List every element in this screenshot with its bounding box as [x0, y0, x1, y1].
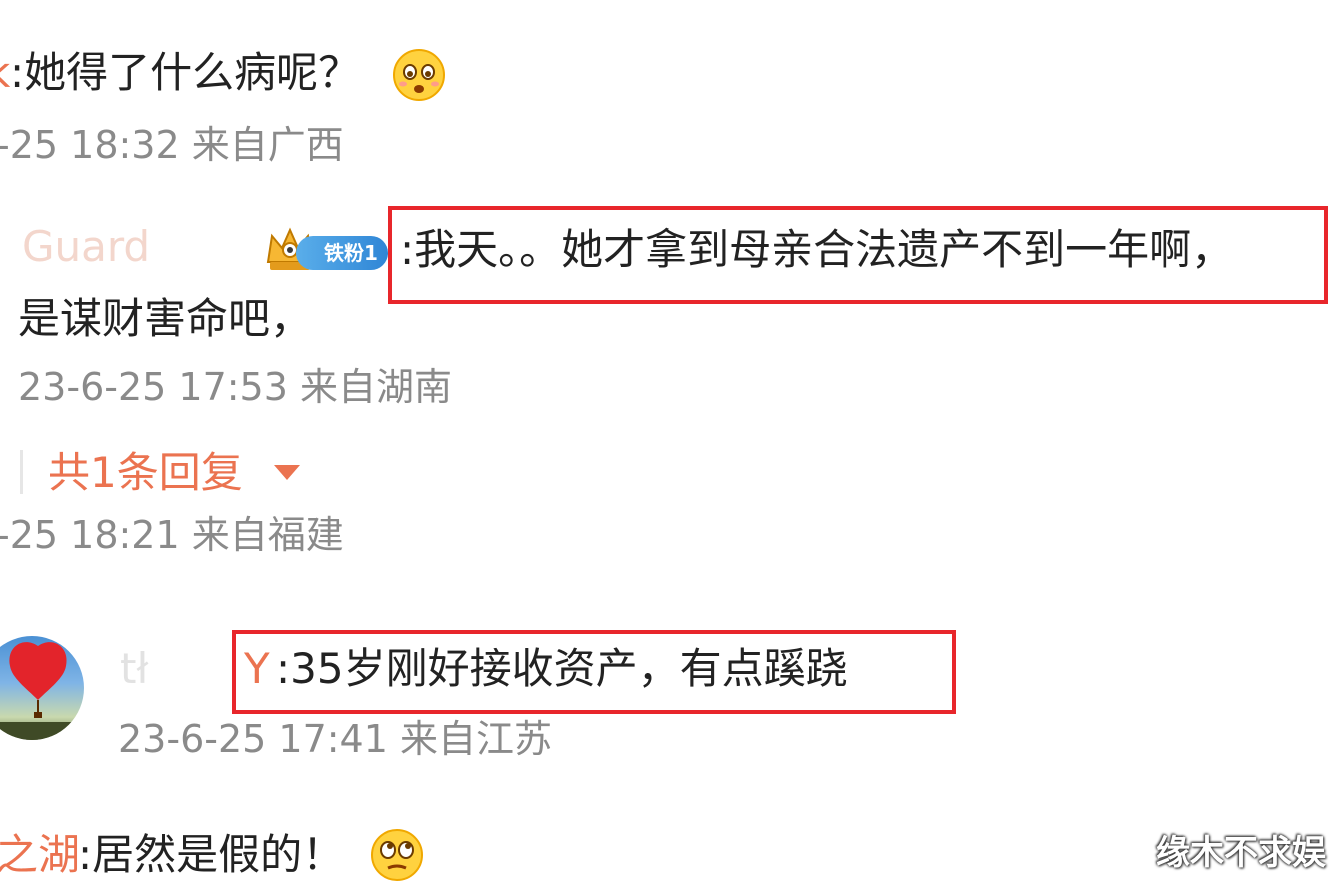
- watermark: 缘木不求娱: [1156, 833, 1326, 873]
- balloon-icon: [0, 642, 84, 740]
- comment-4-meta: 23-6-25 17:41 来自江苏: [118, 717, 552, 761]
- avatar[interactable]: [0, 636, 84, 740]
- reply-divider: [20, 450, 23, 494]
- comment-4-username[interactable]: Y: [244, 648, 270, 690]
- comment-5-username[interactable]: 之湖: [0, 834, 80, 876]
- comment-2-text: :我天。。她才拿到母亲合法遗产不到一年啊，: [400, 225, 1234, 274]
- comment-5-text: :居然是假的！: [78, 830, 345, 879]
- comment-1-meta: -25 18:32 来自广西: [0, 123, 344, 167]
- caret-down-icon[interactable]: [272, 462, 302, 482]
- comment-4-username-blur: tł: [120, 644, 149, 693]
- comment-2-text-cont: 是谋财害命吧，: [18, 294, 313, 343]
- comment-1-text: :她得了什么病呢？: [10, 48, 361, 97]
- comment-2-username[interactable]: Guard: [22, 226, 150, 268]
- comment-3-meta: -25 18:21 来自福建: [0, 513, 344, 557]
- comment-2-meta: 23-6-25 17:53 来自湖南: [18, 365, 452, 409]
- rolling-eyes-emoji: [371, 829, 423, 881]
- reply-count-link[interactable]: 共1条回复: [48, 452, 243, 494]
- fan-badge: 铁粉1: [296, 236, 388, 270]
- crying-face-emoji: [393, 49, 445, 101]
- comment-1-username[interactable]: k: [0, 52, 10, 94]
- comment-4-text: :35岁刚好接收资产，有点蹊跷: [276, 644, 848, 693]
